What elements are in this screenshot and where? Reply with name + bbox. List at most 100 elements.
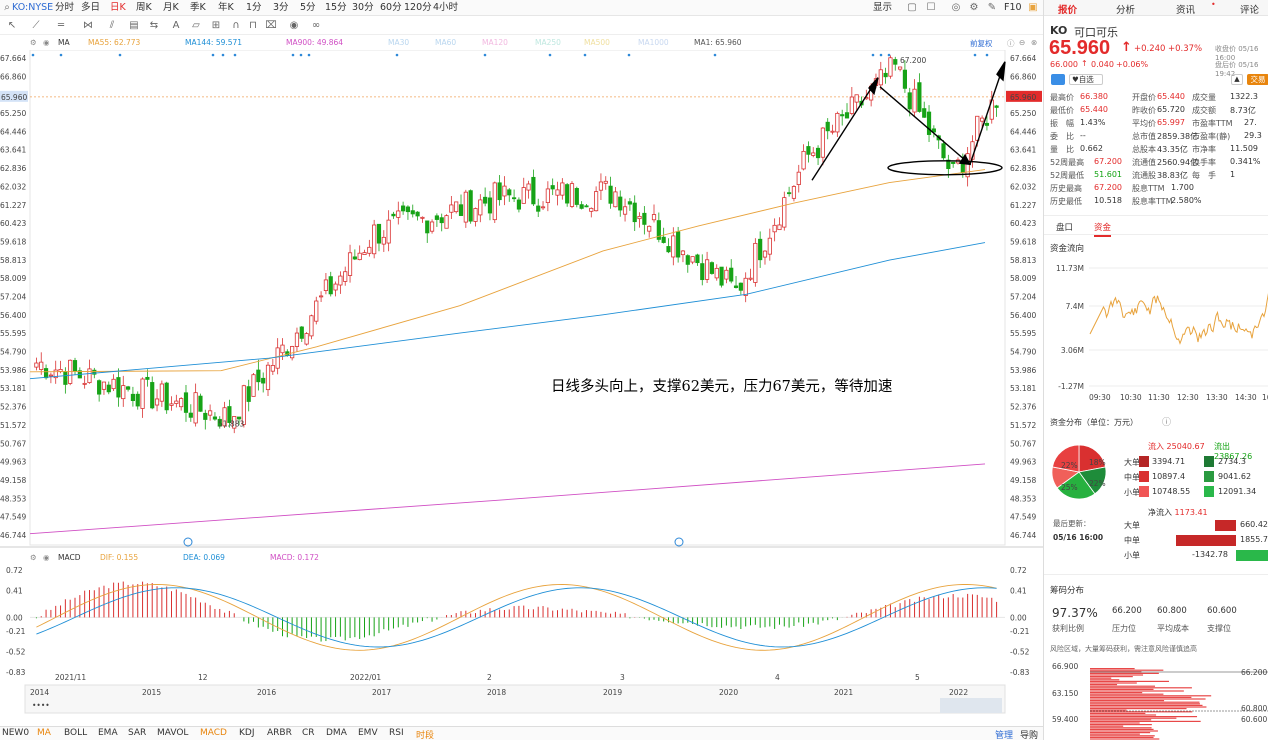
trade-button[interactable]: 交易 (1247, 74, 1268, 85)
indicator-sar[interactable]: SAR (128, 728, 146, 738)
bell-icon[interactable]: ▲ (1231, 74, 1243, 85)
flow-y-tick: 11.73M (1056, 264, 1084, 273)
hline-tool-icon[interactable]: ═ (55, 20, 67, 32)
manage-button[interactable]: 管理 (995, 728, 1013, 740)
minimize-icon[interactable]: ⊖ (1019, 38, 1025, 47)
period-multiday[interactable]: 多日 (81, 1, 100, 15)
indicator-new0[interactable]: NEW0 (2, 728, 29, 738)
indicator-emv[interactable]: EMV (358, 728, 378, 738)
watchlist-button[interactable]: ♥自选 (1069, 74, 1103, 85)
checkbox-icon[interactable]: ☐ (925, 2, 937, 14)
chip-distribution-chart: 66.900 63.150 59.400 66.200 60.800 60.600 (1052, 662, 1268, 740)
indicator-macd[interactable]: MACD (200, 728, 227, 738)
chip-pressure-label: 66.200 (1241, 668, 1267, 677)
candle-body (724, 269, 729, 280)
period-30m[interactable]: 30分 (352, 1, 374, 15)
period-60m[interactable]: 60分 (380, 1, 402, 15)
eye-icon[interactable]: ◉ (43, 38, 50, 47)
guide-button[interactable]: 导购 (1020, 728, 1038, 740)
indicator-arbr[interactable]: ARBR (267, 728, 292, 738)
candle-body (574, 188, 579, 205)
indicator-cr[interactable]: CR (302, 728, 315, 738)
flow-out-text: 流出 (1214, 442, 1230, 451)
layout-icon[interactable]: ▢ (906, 2, 918, 14)
tab-quote[interactable]: 报价 (1058, 2, 1077, 16)
edit-icon[interactable]: ✎ (986, 2, 998, 14)
event-marker-icon (548, 53, 552, 57)
magnet-icon[interactable]: ∩ (230, 20, 242, 32)
share-icon[interactable] (1051, 74, 1065, 85)
link-icon[interactable]: ∞ (310, 20, 322, 32)
cursor-icon[interactable]: ↖ (6, 20, 18, 32)
y-tick-right: 49.963 (1010, 458, 1036, 467)
shape-tool-icon[interactable]: ▱ (190, 20, 202, 32)
settings-icon[interactable]: ⚙ (968, 2, 980, 14)
indicator-rsi[interactable]: RSI (389, 728, 404, 738)
line-tool-icon[interactable]: ⟋ (30, 20, 42, 32)
lock-icon[interactable]: ⊓ (247, 20, 259, 32)
period-yearly[interactable]: 年K (218, 1, 234, 15)
tab-analysis[interactable]: 分析 (1116, 2, 1135, 16)
x-tick-label: 5 (915, 673, 920, 682)
candle-body (912, 88, 917, 113)
symbol-label[interactable]: KO:NYSE (12, 1, 53, 15)
tab-news[interactable]: 资讯 (1176, 2, 1195, 16)
channel-tool-icon[interactable]: ⫽ (106, 20, 118, 32)
fib-tool-icon[interactable]: ▤ (128, 20, 140, 32)
indicator-dma[interactable]: DMA (326, 728, 347, 738)
close-icon[interactable]: ⊗ (1031, 38, 1037, 47)
eye-icon[interactable]: ◉ (43, 553, 50, 562)
settings-icon[interactable]: ⚙ (30, 38, 37, 47)
period-15m[interactable]: 15分 (325, 1, 347, 15)
eye-icon[interactable]: ◉ (288, 20, 300, 32)
macd-label[interactable]: MACD (58, 553, 80, 562)
indicator-ma[interactable]: MA (37, 728, 51, 738)
settings-icon[interactable]: ⚙ (30, 553, 37, 562)
quote-tabs: 报价 分析 资讯 • 评论 (1044, 0, 1268, 16)
stat-value: 27. (1244, 118, 1257, 127)
adjust-toggle[interactable]: 前复权 (970, 38, 993, 49)
tab-orderbook[interactable]: 盘口 (1056, 221, 1073, 233)
tab-capital[interactable]: 资金 (1094, 221, 1112, 237)
quote-stats: 最高价 66.380 开盘价 65.440 成交量 1322.3 最低价 65.440 昨收价 6… (1044, 92, 1268, 212)
candle-body (125, 386, 131, 390)
period-4h[interactable]: 4小时 (433, 1, 458, 15)
indicator-ema[interactable]: EMA (98, 728, 118, 738)
help-icon[interactable]: ⓘ (1162, 415, 1171, 428)
period-3m[interactable]: 3分 (273, 1, 289, 15)
period-weekly[interactable]: 周K (136, 1, 152, 15)
quote-panel: 报价 分析 资讯 • 评论 KO 可口可乐 65.960 ↑ +0.240 +0… (1043, 0, 1268, 740)
indicator-mavol[interactable]: MAVOL (157, 728, 188, 738)
pie-label: 22% (1061, 461, 1078, 470)
net-inflow-value: 1173.41 (1174, 508, 1208, 517)
ma-label[interactable]: MA (58, 38, 70, 47)
ruler-tool-icon[interactable]: ⊞ (210, 20, 222, 32)
f10-button[interactable]: F10 (1004, 1, 1022, 15)
candle-body (159, 383, 164, 402)
candle-body (150, 382, 155, 409)
period-monthly[interactable]: 月K (163, 1, 179, 15)
delete-icon[interactable]: ⌧ (265, 20, 277, 32)
candle-body (762, 250, 768, 258)
period-5m[interactable]: 5分 (300, 1, 316, 15)
indicator-kdj[interactable]: KDJ (239, 728, 255, 738)
period-daily[interactable]: 日K (110, 1, 126, 15)
period-120m[interactable]: 120分 (404, 1, 432, 15)
candle-body (579, 204, 584, 209)
period-quarterly[interactable]: 季K (190, 1, 206, 15)
panel-toggle-icon[interactable]: ▣ (1027, 2, 1039, 14)
candle-body (169, 403, 174, 406)
candle-body (680, 250, 686, 256)
period-intraday[interactable]: 分时 (55, 1, 74, 15)
display-menu[interactable]: 显示 (873, 1, 892, 15)
period-1m[interactable]: 1分 (246, 1, 262, 15)
camera-icon[interactable]: ◎ (950, 2, 962, 14)
indicator-session[interactable]: 时段 (416, 728, 434, 740)
candle-body (907, 92, 912, 110)
pattern-tool-icon[interactable]: ⋈ (82, 20, 94, 32)
indicator-boll[interactable]: BOLL (64, 728, 87, 738)
tab-comments[interactable]: 评论 (1240, 2, 1259, 16)
text-tool-icon[interactable]: A (170, 20, 182, 32)
arrow-tool-icon[interactable]: ⇆ (148, 20, 160, 32)
info-icon[interactable]: ⓘ (1007, 38, 1015, 49)
